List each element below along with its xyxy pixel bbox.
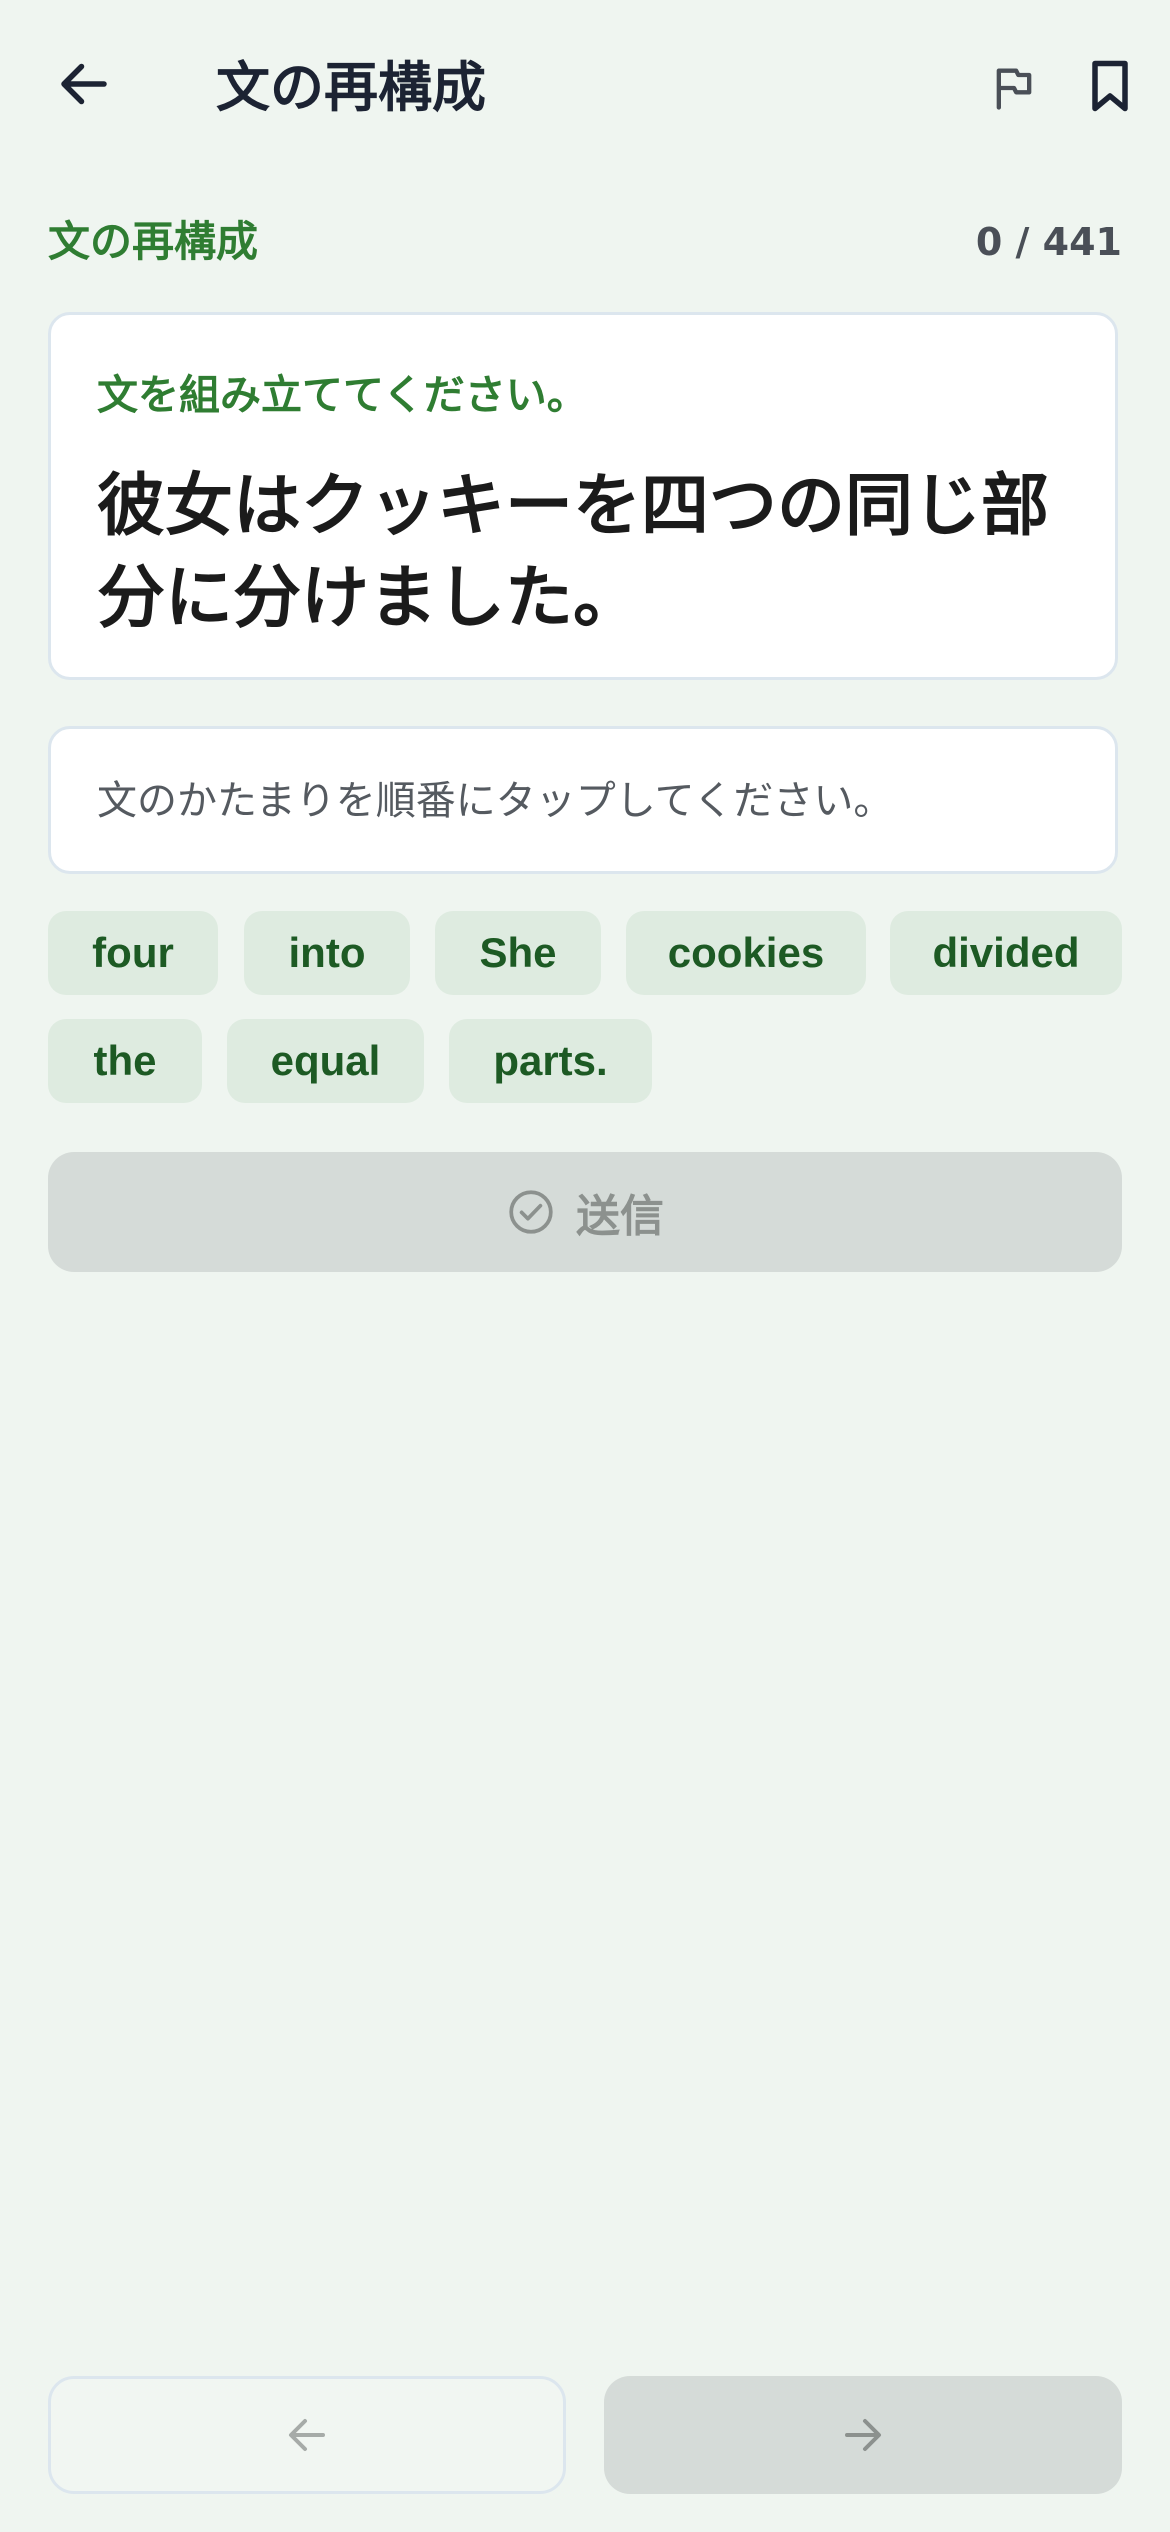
- word-tile[interactable]: She: [435, 911, 601, 995]
- prompt-sentence: 彼女はクッキーを四つの同じ部分に分けました。: [97, 467, 1050, 638]
- bookmark-icon: [1092, 60, 1128, 112]
- word-tile[interactable]: into: [244, 911, 410, 995]
- bookmark-button[interactable]: [1072, 48, 1148, 124]
- report-button[interactable]: [978, 52, 1050, 124]
- app-bar: 文の再構成: [0, 0, 1170, 175]
- next-button[interactable]: [604, 2376, 1122, 2494]
- previous-button[interactable]: [48, 2376, 566, 2494]
- arrow-right-icon: [845, 2419, 881, 2451]
- prompt-instruction: 文を組み立ててください。: [97, 371, 588, 419]
- progress-counter: 0 / 441: [975, 220, 1122, 264]
- arrow-left-icon: [61, 63, 107, 105]
- prompt-card: 文を組み立ててください。 彼女はクッキーを四つの同じ部分に分けました。: [48, 312, 1118, 680]
- arrow-left-icon: [289, 2419, 325, 2451]
- back-button[interactable]: [48, 48, 120, 120]
- word-tile[interactable]: divided: [890, 911, 1122, 995]
- check-circle-icon: [509, 1190, 553, 1234]
- word-tile[interactable]: parts.: [449, 1019, 652, 1103]
- answer-placeholder: 文のかたまりを順番にタップしてください。: [97, 778, 894, 824]
- section-label: 文の再構成: [48, 217, 259, 266]
- answer-area[interactable]: 文のかたまりを順番にタップしてください。: [48, 726, 1118, 874]
- flag-icon: [996, 68, 1032, 110]
- word-tile[interactable]: the: [48, 1019, 202, 1103]
- word-tile[interactable]: cookies: [626, 911, 866, 995]
- submit-button[interactable]: 送信: [48, 1152, 1122, 1272]
- word-tile[interactable]: four: [48, 911, 218, 995]
- word-tile[interactable]: equal: [227, 1019, 424, 1103]
- submit-label: 送信: [576, 1191, 664, 1242]
- page-title: 文の再構成: [216, 56, 486, 119]
